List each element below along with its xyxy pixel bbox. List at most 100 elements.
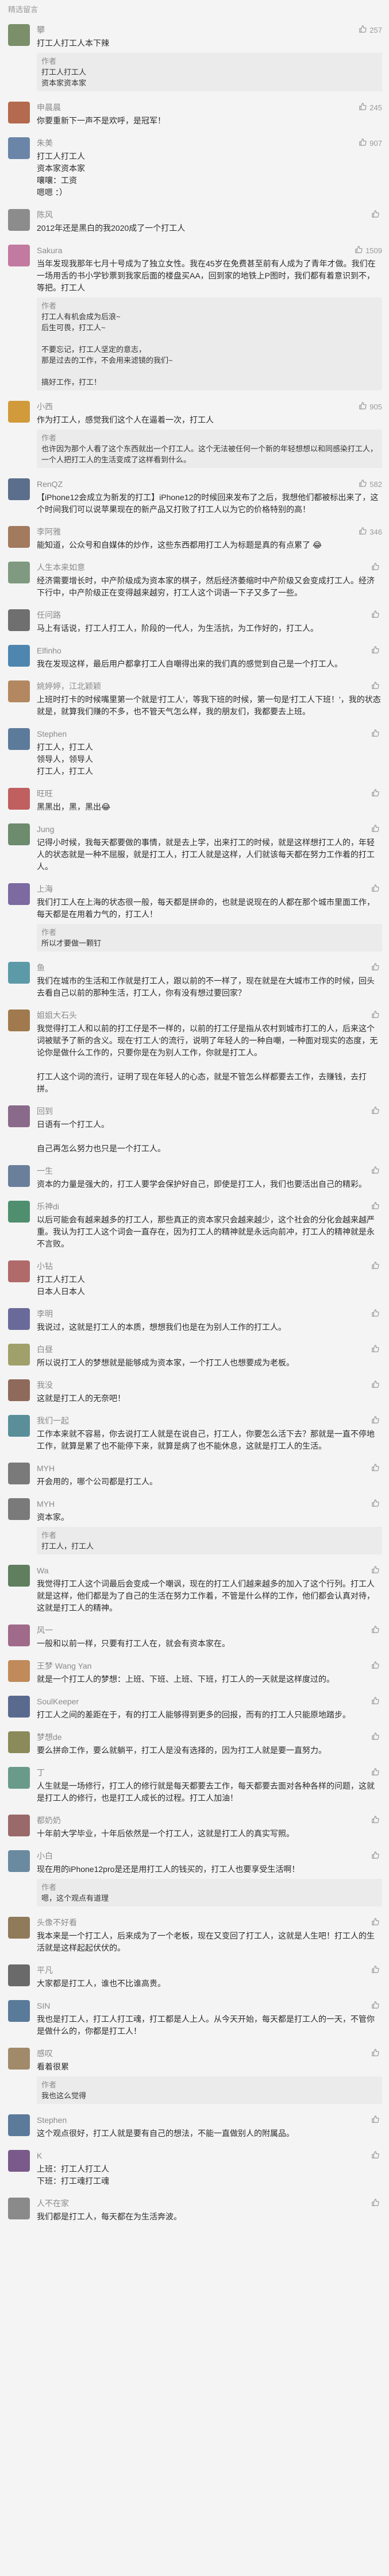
- reply-line: [41, 366, 378, 377]
- like-button[interactable]: 582: [359, 479, 382, 489]
- like-button[interactable]: [371, 1010, 382, 1020]
- like-button[interactable]: [371, 1917, 382, 1928]
- comment-header: 人生本来如意: [37, 562, 382, 573]
- like-button[interactable]: [371, 1309, 382, 1319]
- like-count: 582: [369, 479, 382, 489]
- avatar[interactable]: [8, 680, 30, 702]
- like-button[interactable]: [371, 1565, 382, 1576]
- avatar[interactable]: [8, 526, 30, 548]
- avatar[interactable]: [8, 245, 30, 266]
- avatar[interactable]: [8, 1009, 30, 1031]
- comment-item: 朱美 907 打工人打工人 资本家资本家 嚷嚷：工资 嗯嗯 ：）: [0, 133, 389, 204]
- avatar[interactable]: [8, 1379, 30, 1401]
- user-name: 旺旺: [37, 789, 53, 798]
- avatar[interactable]: [8, 478, 30, 500]
- avatar[interactable]: [8, 1165, 30, 1187]
- like-button[interactable]: [371, 1815, 382, 1825]
- avatar[interactable]: [8, 1201, 30, 1223]
- avatar[interactable]: [8, 962, 30, 984]
- avatar[interactable]: [8, 1696, 30, 1718]
- avatar[interactable]: [8, 1463, 30, 1484]
- avatar[interactable]: [8, 2198, 30, 2219]
- avatar[interactable]: [8, 2150, 30, 2172]
- comment-header: 李明: [37, 1308, 382, 1320]
- avatar[interactable]: [8, 2000, 30, 2022]
- like-button[interactable]: [371, 645, 382, 656]
- avatar[interactable]: [8, 102, 30, 123]
- avatar[interactable]: [8, 1767, 30, 1789]
- comment-line: 我本来是一个打工人，后来成为了一个老板，现在又变回了打工人，这就是人生吧！打工人…: [37, 1931, 375, 1952]
- comment-line: 大家都是打工人，谁也不比谁高贵。: [37, 1979, 165, 1988]
- avatar[interactable]: [8, 645, 30, 667]
- like-button[interactable]: [371, 1625, 382, 1635]
- avatar[interactable]: [8, 137, 30, 159]
- like-button[interactable]: [371, 729, 382, 739]
- like-button[interactable]: [371, 962, 382, 973]
- avatar[interactable]: [8, 562, 30, 583]
- like-button[interactable]: [371, 1732, 382, 1742]
- like-button[interactable]: [371, 2001, 382, 2011]
- like-button[interactable]: [371, 681, 382, 691]
- like-button[interactable]: [371, 1106, 382, 1116]
- comment-text: 我也是打工人，打工人打工魂，打工都是人上人。从今天开始，每天都是打工人的一天，不…: [37, 2013, 382, 2037]
- like-button[interactable]: [371, 1661, 382, 1671]
- avatar[interactable]: [8, 1105, 30, 1127]
- avatar[interactable]: [8, 1964, 30, 1986]
- avatar[interactable]: [8, 24, 30, 46]
- comment-text: 日语有一个打工人。 自己再怎么努力也只是一个打工人。: [37, 1119, 382, 1155]
- like-button[interactable]: [371, 1463, 382, 1473]
- like-button[interactable]: [371, 1344, 382, 1355]
- like-button[interactable]: 346: [359, 527, 382, 537]
- avatar[interactable]: [8, 883, 30, 905]
- like-button[interactable]: 257: [359, 25, 382, 35]
- like-button[interactable]: [371, 1415, 382, 1426]
- like-button[interactable]: [371, 610, 382, 620]
- like-button[interactable]: [371, 2115, 382, 2125]
- avatar[interactable]: [8, 401, 30, 423]
- avatar[interactable]: [8, 1815, 30, 1836]
- avatar[interactable]: [8, 2048, 30, 2070]
- like-button[interactable]: [371, 1851, 382, 1861]
- avatar[interactable]: [8, 1565, 30, 1587]
- like-button[interactable]: 905: [359, 401, 382, 412]
- like-button[interactable]: [371, 2198, 382, 2208]
- avatar[interactable]: [8, 209, 30, 231]
- like-button[interactable]: [371, 210, 382, 220]
- avatar[interactable]: [8, 1660, 30, 1682]
- comment-text: 作为打工人，感觉我们这个人在逼着一次，打工人: [37, 414, 382, 426]
- thumbs-up-icon: [371, 681, 382, 691]
- avatar[interactable]: [8, 1308, 30, 1330]
- avatar[interactable]: [8, 1731, 30, 1753]
- like-button[interactable]: [371, 2150, 382, 2161]
- like-button[interactable]: [371, 1965, 382, 1975]
- avatar[interactable]: [8, 609, 30, 631]
- like-button[interactable]: [371, 1499, 382, 1509]
- like-button[interactable]: [371, 2048, 382, 2059]
- like-button[interactable]: [371, 562, 382, 573]
- like-button[interactable]: 907: [359, 138, 382, 148]
- avatar[interactable]: [8, 1498, 30, 1520]
- like-button[interactable]: 1509: [355, 245, 382, 256]
- avatar[interactable]: [8, 1415, 30, 1437]
- like-button[interactable]: [371, 1201, 382, 1212]
- like-button[interactable]: 245: [359, 102, 382, 113]
- comment-body: Stephen 这个观点很好，打工人就是要有自己的想法，不能一直做别人的附属品。: [37, 2114, 382, 2140]
- like-button[interactable]: [371, 1380, 382, 1390]
- avatar[interactable]: [8, 1260, 30, 1282]
- avatar[interactable]: [8, 1344, 30, 1366]
- avatar[interactable]: [8, 1624, 30, 1646]
- like-button[interactable]: [371, 884, 382, 894]
- avatar[interactable]: [8, 2114, 30, 2136]
- avatar[interactable]: [8, 728, 30, 750]
- like-button[interactable]: [371, 1767, 382, 1778]
- like-button[interactable]: [371, 824, 382, 834]
- avatar[interactable]: [8, 1850, 30, 1872]
- avatar[interactable]: [8, 823, 30, 845]
- user-name: Sakura: [37, 246, 63, 255]
- like-button[interactable]: [371, 788, 382, 799]
- like-button[interactable]: [371, 1166, 382, 1176]
- like-button[interactable]: [371, 1696, 382, 1707]
- avatar[interactable]: [8, 788, 30, 810]
- like-button[interactable]: [371, 1261, 382, 1271]
- avatar[interactable]: [8, 1917, 30, 1939]
